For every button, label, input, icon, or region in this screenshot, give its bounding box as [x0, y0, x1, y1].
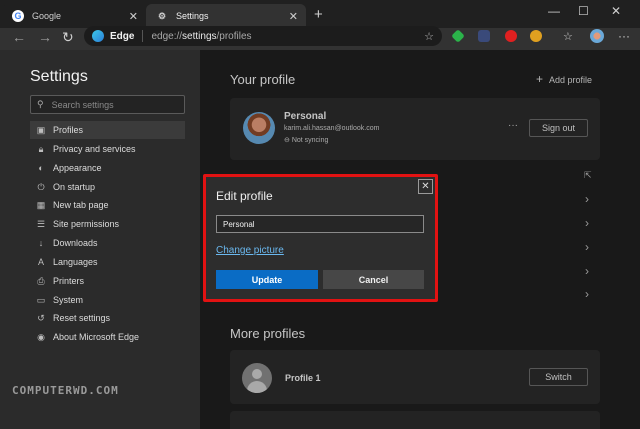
edge-icon: ◉	[37, 331, 45, 342]
tab-title: Settings	[176, 11, 209, 21]
close-window-icon[interactable]: ✕	[611, 4, 621, 18]
profile-avatar-icon[interactable]	[590, 29, 604, 43]
address-bar[interactable]: Edge edge://settings/profiles ☆	[84, 26, 442, 46]
profile-icon: ▣	[36, 124, 46, 135]
grid-icon: ▦	[36, 199, 46, 210]
refresh-icon[interactable]: ↻	[62, 29, 74, 46]
sidebar-item-printers[interactable]: ⎙ Printers	[30, 272, 185, 290]
permissions-icon: ☰	[36, 218, 46, 229]
new-tab-button[interactable]: +	[314, 6, 323, 23]
forward-icon[interactable]: →	[38, 29, 52, 45]
lock-icon: 🔒︎	[38, 143, 44, 154]
edge-icon	[92, 30, 104, 42]
language-icon: A	[37, 257, 44, 267]
sidebar-item-reset-settings[interactable]: ↺ Reset settings	[30, 309, 185, 327]
sidebar-item-downloads[interactable]: ↓ Downloads	[30, 234, 185, 252]
more-menu-icon[interactable]: ···	[618, 29, 630, 43]
tab-settings[interactable]: ⚙ Settings ✕	[146, 4, 306, 28]
close-icon[interactable]: ✕	[418, 179, 433, 194]
sidebar-item-site-permissions[interactable]: ☰ Site permissions	[30, 215, 185, 233]
browser-brand: Edge	[110, 30, 135, 42]
change-picture-link[interactable]: Change picture	[216, 245, 284, 256]
extension-icon[interactable]	[530, 30, 542, 42]
search-icon: ⚲	[37, 99, 44, 109]
tab-google[interactable]: G Google ✕	[2, 4, 146, 28]
divider	[142, 30, 144, 42]
minimize-icon[interactable]: —	[548, 4, 560, 18]
sidebar-item-profiles[interactable]: ▣ Profiles	[30, 121, 185, 139]
dialog-title: Edit profile	[216, 189, 273, 203]
close-tab-icon[interactable]: ✕	[289, 10, 298, 23]
watermark: COMPUTERWD.COM	[12, 384, 119, 397]
gear-icon: ⚙	[157, 10, 167, 21]
search-placeholder: Search settings	[51, 99, 114, 110]
page-title: Settings	[30, 68, 88, 85]
sidebar-item-system[interactable]: ▭ System	[30, 291, 185, 309]
update-button[interactable]: Update	[216, 270, 318, 289]
back-icon[interactable]: ←	[12, 29, 26, 45]
tab-title: Google	[32, 11, 62, 21]
favorite-star-icon[interactable]: ☆	[424, 30, 434, 43]
maximize-icon[interactable]: ☐	[578, 4, 589, 18]
download-icon: ↓	[38, 238, 44, 248]
profile-name-input[interactable]	[216, 215, 424, 233]
laptop-icon: ▭	[36, 294, 46, 305]
google-icon: G	[12, 10, 24, 22]
palette-icon: ◐	[38, 163, 44, 173]
sidebar-item-languages[interactable]: A Languages	[30, 253, 185, 271]
sidebar-item-new-tab-page[interactable]: ▦ New tab page	[30, 196, 185, 214]
sidebar-item-privacy[interactable]: 🔒︎ Privacy and services	[30, 140, 185, 158]
reset-icon: ↺	[37, 312, 45, 323]
url-text: edge://settings/profiles	[151, 30, 252, 42]
extension-icon[interactable]	[478, 30, 490, 42]
cancel-button[interactable]: Cancel	[323, 270, 424, 289]
search-input[interactable]: ⚲ Search settings	[30, 95, 185, 114]
extension-icon[interactable]	[505, 30, 517, 42]
sidebar-item-about[interactable]: ◉ About Microsoft Edge	[30, 328, 185, 346]
sidebar-item-appearance[interactable]: ◐ Appearance	[30, 159, 185, 177]
sidebar-item-on-startup[interactable]: ⏻ On startup	[30, 178, 185, 196]
printer-icon: ⎙	[37, 275, 45, 286]
close-tab-icon[interactable]: ✕	[129, 10, 138, 23]
power-icon: ⏻	[37, 181, 45, 192]
favorites-icon[interactable]: ☆	[563, 30, 573, 43]
